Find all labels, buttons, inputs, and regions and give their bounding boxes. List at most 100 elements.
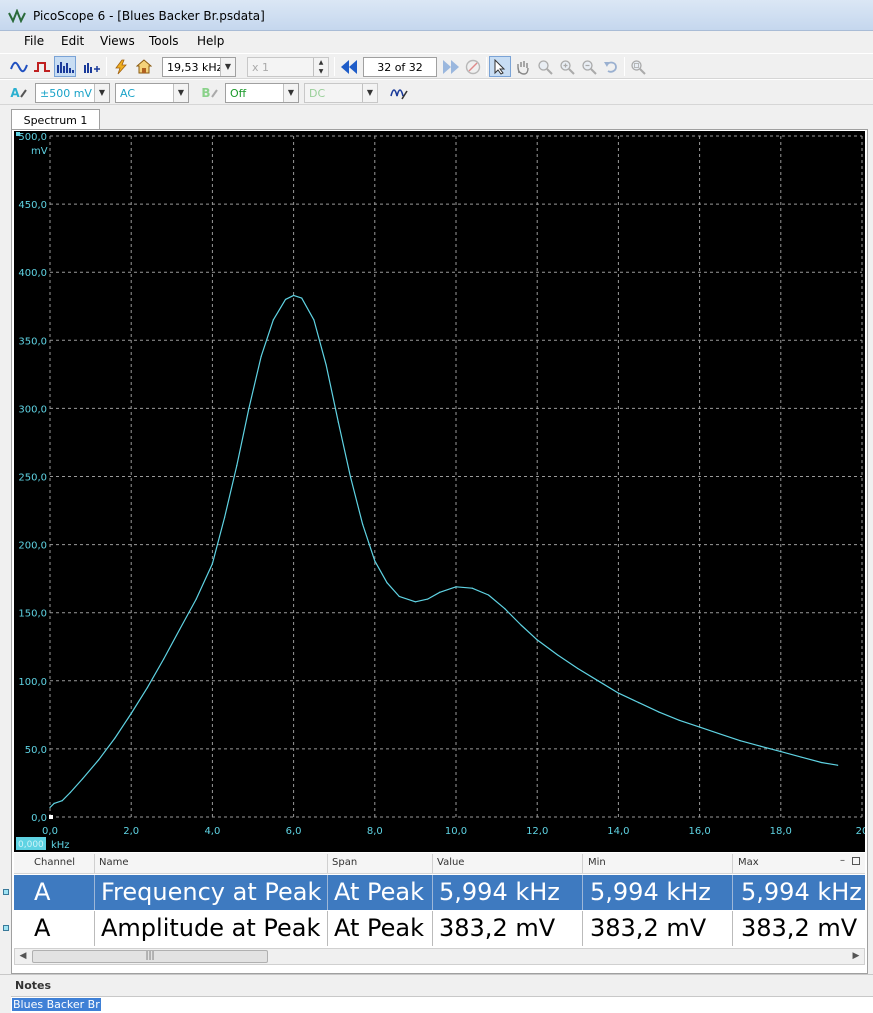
x-tick-label: 18,0: [770, 826, 792, 837]
compass-icon: [465, 59, 481, 74]
x-tick-label: 2,0: [123, 826, 139, 837]
hand-tool-button[interactable]: [512, 56, 534, 77]
channel-a-label: A: [10, 85, 20, 100]
data-point: [81, 778, 84, 780]
spectrum-plot[interactable]: 0,050,0100,0150,0200,0250,0300,0350,0400…: [14, 131, 865, 852]
data-point: [426, 598, 429, 600]
buffer-position-field[interactable]: 32 of 32: [363, 57, 437, 77]
chevron-down-icon: ▼: [173, 84, 188, 102]
cell-max: 383,2 mV: [741, 914, 858, 942]
lightning-icon: [115, 59, 127, 74]
menu-help[interactable]: Help: [197, 34, 224, 48]
x-tick-label: 20: [856, 826, 865, 837]
channel-options-button[interactable]: [388, 82, 410, 103]
data-point: [780, 751, 782, 753]
buffer-position-value: 32 of 32: [377, 61, 423, 74]
auto-setup-button[interactable]: [110, 56, 132, 77]
channel-a-range-select[interactable]: ±500 mV ▼: [35, 83, 110, 103]
data-point: [638, 701, 640, 704]
menu-file[interactable]: File: [24, 34, 44, 48]
col-header-value[interactable]: Value: [437, 857, 464, 868]
col-header-min[interactable]: Min: [588, 857, 606, 868]
channel-a-coupling-select[interactable]: AC ▼: [115, 83, 189, 103]
channel-b-label: B: [201, 85, 211, 100]
data-point: [293, 294, 295, 296]
persistence-mode-button[interactable]: [31, 56, 53, 77]
minimize-icon[interactable]: –: [840, 855, 845, 866]
data-point: [414, 601, 416, 603]
x-unit-label: kHz: [51, 840, 70, 851]
channel-a-options-button[interactable]: A: [8, 82, 30, 103]
data-point: [284, 298, 287, 301]
channel-b-coupling-select[interactable]: DC ▼: [304, 83, 378, 103]
data-point: [386, 582, 388, 584]
x-axis-marker[interactable]: [49, 815, 53, 819]
undo-arrow-icon: [604, 61, 617, 73]
view-tabs: Spectrum 1: [0, 108, 873, 130]
cell-name: Frequency at Peak: [101, 878, 322, 906]
first-buffer-button[interactable]: [338, 56, 360, 77]
zoom-in-button[interactable]: [556, 56, 578, 77]
y-tick-label: 0,0: [31, 813, 47, 824]
col-header-max[interactable]: Max: [738, 857, 759, 868]
data-point: [699, 726, 701, 728]
x-tick-label: 6,0: [286, 826, 302, 837]
data-point: [236, 465, 238, 467]
new-view-button[interactable]: [81, 56, 103, 77]
multiplier-spinner[interactable]: x 1 ▲ ▼: [247, 57, 329, 77]
data-point: [597, 680, 599, 682]
zoom-overview-button[interactable]: [627, 56, 649, 77]
data-point: [362, 523, 364, 525]
cell-span: At Peak: [334, 878, 425, 906]
data-point: [577, 667, 579, 670]
default-setup-button[interactable]: [133, 56, 155, 77]
data-point: [195, 598, 197, 600]
menu-tools[interactable]: Tools: [149, 34, 179, 48]
col-header-span[interactable]: Span: [332, 857, 357, 868]
cell-min: 5,994 kHz: [590, 878, 711, 906]
zoom-box-icon: [538, 59, 553, 75]
scope-wave-icon: [10, 61, 28, 72]
channel-b-range-select[interactable]: Off ▼: [225, 83, 299, 103]
channel-b-options-button[interactable]: B: [199, 82, 221, 103]
scroll-left-icon[interactable]: ◀: [15, 949, 31, 964]
zoom-box-button[interactable]: [534, 56, 556, 77]
row-marker-icon: [3, 889, 9, 895]
table-row[interactable]: A Amplitude at Peak At Peak 383,2 mV 383…: [3, 911, 865, 946]
timebase-select[interactable]: 19,53 kHz ▼: [162, 57, 236, 77]
menu-edit[interactable]: Edit: [61, 34, 84, 48]
scroll-thumb[interactable]: |||: [32, 950, 268, 963]
spectrum-mode-button[interactable]: [54, 56, 76, 77]
scope-mode-button[interactable]: [8, 56, 30, 77]
data-point: [53, 802, 55, 804]
table-row[interactable]: A Frequency at Peak At Peak 5,994 kHz 5,…: [3, 875, 865, 910]
probe-icon: [19, 88, 27, 98]
zoom-out-button[interactable]: [578, 56, 600, 77]
data-point: [617, 692, 620, 694]
y-tick-label: 50,0: [25, 745, 47, 756]
hand-icon: [517, 60, 529, 75]
col-header-channel[interactable]: Channel: [34, 857, 75, 868]
maximize-icon[interactable]: [852, 857, 860, 865]
data-point: [130, 712, 132, 715]
col-header-name[interactable]: Name: [99, 857, 129, 868]
undo-zoom-button[interactable]: [600, 56, 622, 77]
buffer-navigator-button[interactable]: [462, 56, 484, 77]
last-buffer-button[interactable]: [440, 56, 462, 77]
y-tick-label: 400,0: [18, 268, 47, 279]
data-point: [272, 319, 274, 321]
select-tool-button[interactable]: [489, 56, 511, 77]
channel-toolbar: A ±500 mV ▼ AC ▼ B Off ▼ DC ▼: [0, 79, 873, 105]
multiplier-value: x 1: [252, 61, 270, 74]
tab-spectrum-1[interactable]: Spectrum 1: [11, 109, 100, 130]
data-point: [504, 608, 506, 610]
menu-views[interactable]: Views: [100, 34, 135, 48]
horizontal-scrollbar[interactable]: ◀ ||| ▶: [14, 948, 865, 965]
data-point: [800, 756, 802, 758]
y-axis-marker[interactable]: [16, 132, 20, 136]
cell-value: 5,994 kHz: [439, 878, 560, 906]
notes-textarea[interactable]: Blues Backer Br: [11, 996, 873, 1013]
x-tick-label: 10,0: [445, 826, 467, 837]
scroll-right-icon[interactable]: ▶: [848, 949, 864, 964]
data-point: [658, 711, 660, 713]
